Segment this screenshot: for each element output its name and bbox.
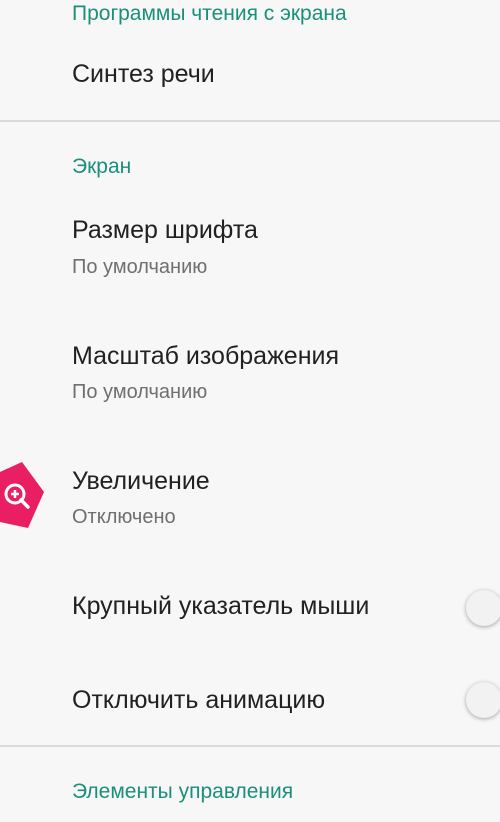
accessibility-settings-screen: Программы чтения с экрана Синтез речи Эк… bbox=[0, 0, 500, 822]
setting-font-size[interactable]: Размер шрифта По умолчанию bbox=[0, 195, 500, 300]
setting-title: Увеличение bbox=[72, 467, 210, 495]
magnify-icon bbox=[0, 462, 44, 528]
setting-title: Крупный указатель мыши bbox=[72, 592, 370, 620]
setting-title: Масштаб изображения bbox=[72, 342, 340, 370]
setting-text-to-speech[interactable]: Синтез речи bbox=[0, 40, 500, 118]
section-header-screen-readers: Программы чтения с экрана bbox=[72, 2, 347, 25]
section-header-display: Экран bbox=[72, 155, 132, 178]
setting-large-pointer[interactable]: Крупный указатель мыши bbox=[0, 570, 500, 645]
setting-title: Синтез речи bbox=[72, 60, 215, 88]
setting-summary: По умолчанию bbox=[72, 256, 208, 278]
remove-animations-switch[interactable] bbox=[466, 682, 500, 718]
setting-title: Размер шрифта bbox=[72, 216, 258, 244]
setting-title: Отключить анимацию bbox=[72, 686, 326, 714]
section-header-interaction-controls: Элементы управления bbox=[72, 780, 294, 803]
section-divider bbox=[0, 745, 500, 747]
large-pointer-switch[interactable] bbox=[466, 590, 500, 626]
setting-display-size[interactable]: Масштаб изображения По умолчанию bbox=[0, 320, 500, 425]
setting-summary: Отключено bbox=[72, 506, 176, 528]
setting-remove-animations[interactable]: Отключить анимацию bbox=[0, 665, 500, 740]
setting-summary: По умолчанию bbox=[72, 381, 208, 403]
setting-magnification[interactable]: Увеличение Отключено bbox=[0, 445, 500, 550]
section-divider bbox=[0, 120, 500, 122]
